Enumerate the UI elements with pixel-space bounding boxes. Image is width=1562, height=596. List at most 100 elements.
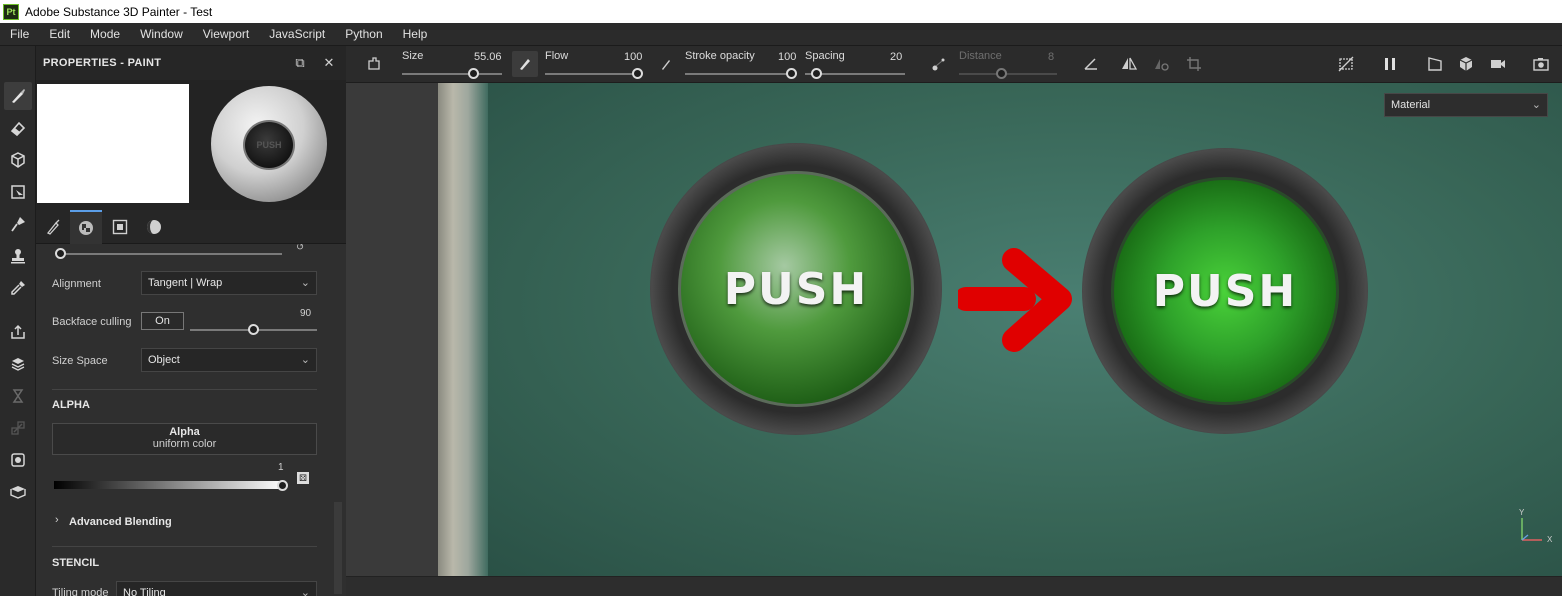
brush-toolbar: Size 55.06 Flow 100 Stroke opacity 100 S… <box>346 46 1562 83</box>
alpha-random-icon[interactable]: ⚄ <box>297 472 309 484</box>
alignment-label: Alignment <box>52 278 101 290</box>
distance-slider-knob[interactable] <box>996 68 1007 79</box>
pen-pressure-size-button[interactable] <box>512 51 538 77</box>
viewport[interactable]: PUSH PUSH Material ⌄ Y X <box>346 83 1562 596</box>
alignment-mode-button[interactable] <box>1081 54 1101 74</box>
eraser-tool[interactable] <box>4 114 32 142</box>
flow-label: Flow <box>545 50 569 62</box>
axis-x-label: X <box>1547 535 1553 544</box>
menu-file[interactable]: File <box>0 27 39 41</box>
viewport-mode-value: Material <box>1391 99 1431 111</box>
size-space-value: Object <box>148 354 180 366</box>
paint-tool[interactable] <box>4 82 32 110</box>
flow-value: 100 <box>624 51 643 63</box>
distance-slider-track[interactable] <box>959 73 1057 75</box>
camera-icon <box>1533 58 1549 71</box>
menu-help[interactable]: Help <box>393 27 438 41</box>
tab-brush[interactable] <box>38 210 70 244</box>
hourglass-icon <box>12 389 24 403</box>
properties-content: ↺ Alignment Tangent | Wrap ⌄ Backface cu… <box>36 244 346 596</box>
pen-pressure-flow-button[interactable] <box>656 54 676 74</box>
viewport-background <box>346 83 440 576</box>
stroke-opacity-slider-knob[interactable] <box>786 68 797 79</box>
spacing-slider-knob[interactable] <box>811 68 822 79</box>
properties-panel: PROPERTIES - PAINT ⧉ ✕ PUSH ↺ Alignment … <box>36 46 346 596</box>
symmetry-settings-icon <box>1155 59 1169 71</box>
alignment-value: Tangent | Wrap <box>148 277 223 289</box>
alpha-name: Alpha <box>169 426 200 438</box>
stencil-icon <box>112 219 128 235</box>
menu-edit[interactable]: Edit <box>39 27 80 41</box>
menu-mode[interactable]: Mode <box>80 27 130 41</box>
angle-slider-track[interactable] <box>60 253 282 255</box>
link-tool[interactable] <box>4 414 32 442</box>
hide-overlay-button[interactable] <box>1336 54 1356 74</box>
2d-view-button[interactable] <box>1425 54 1445 74</box>
menu-window[interactable]: Window <box>130 27 193 41</box>
size-space-dropdown[interactable]: Object ⌄ <box>141 348 317 372</box>
angle-slider-knob[interactable] <box>55 248 66 259</box>
camera-settings-icon <box>11 453 25 467</box>
menu-python[interactable]: Python <box>335 27 392 41</box>
stroke-opacity-slider-track[interactable] <box>685 73 791 75</box>
sphere-button-label: PUSH <box>243 120 295 170</box>
cube-icon <box>11 152 25 168</box>
viewport-mode-dropdown[interactable]: Material ⌄ <box>1384 93 1548 117</box>
advanced-blending-toggle[interactable]: Advanced Blending <box>69 516 172 528</box>
hide-icon <box>1338 56 1354 72</box>
tab-stencil[interactable] <box>104 210 136 244</box>
checker-icon <box>79 221 93 235</box>
projection-tool[interactable] <box>4 146 32 174</box>
pause-render-button[interactable] <box>1380 54 1400 74</box>
tiling-mode-dropdown[interactable]: No Tiling ⌄ <box>116 581 317 596</box>
menu-viewport[interactable]: Viewport <box>193 27 259 41</box>
symmetry-settings-button[interactable] <box>1151 54 1171 74</box>
panel-scrollbar[interactable] <box>334 502 342 594</box>
size-slider-knob[interactable] <box>468 68 479 79</box>
lazy-mouse-button[interactable] <box>929 54 949 74</box>
reset-icon[interactable]: ↺ <box>296 244 304 253</box>
video-camera-icon <box>1491 60 1505 68</box>
shelf-tool[interactable] <box>4 478 32 506</box>
chevron-right-icon[interactable]: › <box>55 514 59 526</box>
3d-view-button[interactable] <box>1456 54 1476 74</box>
camera-button[interactable] <box>1488 54 1508 74</box>
close-panel-icon[interactable]: ✕ <box>321 55 337 71</box>
smudge-tool[interactable] <box>4 210 32 238</box>
tab-material[interactable] <box>138 210 170 244</box>
pen-icon <box>662 60 670 70</box>
alpha-gradient-slider[interactable] <box>54 481 284 489</box>
plane-icon <box>1428 57 1442 71</box>
tiling-mode-value: No Tiling <box>123 587 166 596</box>
alpha-slider-knob[interactable] <box>277 480 288 491</box>
alpha-slot[interactable]: Alpha uniform color <box>52 423 317 455</box>
transform-button[interactable] <box>1184 54 1204 74</box>
distance-value: 8 <box>1048 51 1055 63</box>
color-picker-tool[interactable] <box>4 274 32 302</box>
button-cap-left: PUSH <box>678 171 914 407</box>
flow-slider-knob[interactable] <box>632 68 643 79</box>
polygon-fill-tool[interactable] <box>4 178 32 206</box>
clone-tool[interactable] <box>4 242 32 270</box>
backface-culling-toggle[interactable]: On <box>141 312 184 330</box>
symmetry-preset-button[interactable] <box>364 54 384 74</box>
flow-slider-track[interactable] <box>545 73 637 75</box>
book-icon <box>10 486 26 499</box>
app-icon: Pt <box>3 3 19 20</box>
float-panel-icon[interactable]: ⧉ <box>292 55 308 71</box>
tab-alpha[interactable] <box>70 210 102 244</box>
screenshot-button[interactable] <box>1531 54 1551 74</box>
menu-javascript[interactable]: JavaScript <box>259 27 335 41</box>
export-icon <box>11 324 25 339</box>
axis-y-label: Y <box>1519 508 1525 517</box>
symmetry-button[interactable] <box>1119 54 1139 74</box>
export-tool[interactable] <box>4 318 32 346</box>
size-slider-track[interactable] <box>402 73 502 75</box>
display-settings-tool[interactable] <box>4 446 32 474</box>
backface-slider-knob[interactable] <box>248 324 259 335</box>
pause-icon <box>1385 58 1395 70</box>
backface-culling-value: 90 <box>300 308 312 319</box>
alignment-dropdown[interactable]: Tangent | Wrap ⌄ <box>141 271 317 295</box>
history-tool[interactable] <box>4 382 32 410</box>
bake-tool[interactable] <box>4 350 32 378</box>
